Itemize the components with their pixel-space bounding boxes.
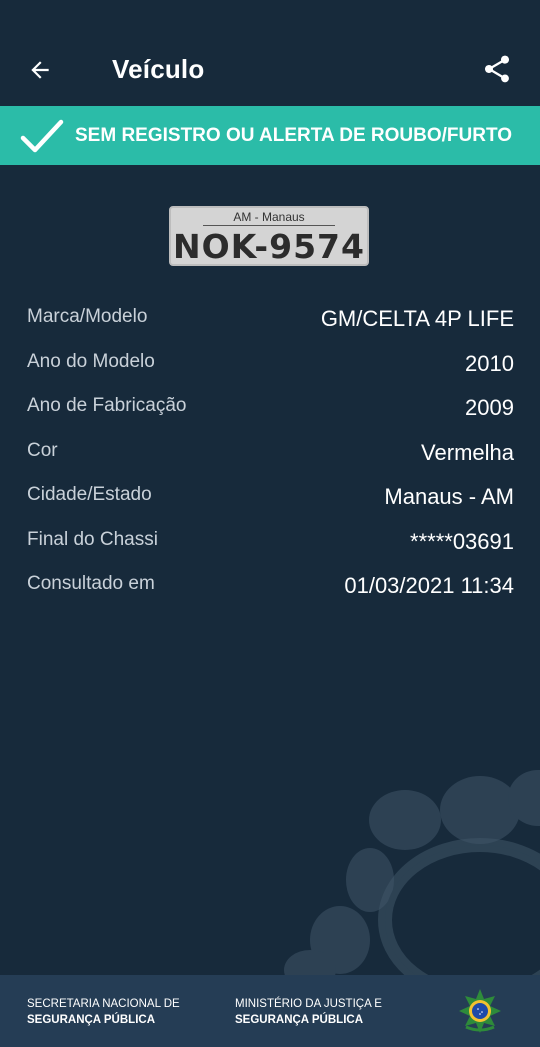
detail-row-cor: Cor Vermelha	[0, 430, 540, 475]
status-banner: SEM REGISTRO OU ALERTA DE ROUBO/FURTO	[0, 106, 540, 165]
detail-row-ano-modelo: Ano do Modelo 2010	[0, 341, 540, 386]
detail-value: *****03691	[410, 528, 514, 554]
footer-left-line1: SECRETARIA NACIONAL DE	[27, 998, 180, 1010]
plate-region: AM - Manaus	[233, 210, 305, 224]
footer-right-line2: SEGURANÇA PÚBLICA	[235, 1014, 363, 1026]
footer-right-line1: MINISTÉRIO DA JUSTIÇA E	[235, 998, 382, 1010]
detail-label: Ano do Modelo	[27, 350, 155, 372]
back-button[interactable]	[22, 52, 58, 88]
vehicle-details: Marca/Modelo GM/CELTA 4P LIFE Ano do Mod…	[0, 296, 540, 608]
detail-label: Cor	[27, 439, 58, 461]
detail-label: Consultado em	[27, 573, 155, 594]
detail-label: Marca/Modelo	[27, 306, 148, 327]
background-watermark	[284, 770, 540, 975]
detail-value: Manaus - AM	[384, 484, 514, 509]
detail-row-consultado-em: Consultado em 01/03/2021 11:34	[0, 563, 540, 608]
detail-value: 2010	[465, 350, 514, 376]
app-bar: Veículo	[0, 0, 540, 104]
detail-value: 2009	[465, 395, 514, 420]
detail-label: Ano de Fabricação	[27, 395, 187, 416]
detail-row-cidade-estado: Cidade/Estado Manaus - AM	[0, 474, 540, 519]
footer-left-line2: SEGURANÇA PÚBLICA	[27, 1014, 155, 1026]
footer-senasp: SECRETARIA NACIONAL DE SEGURANÇA PÚBLICA	[27, 996, 180, 1028]
share-button[interactable]	[478, 50, 516, 88]
plate-number: NOK-9574	[173, 227, 365, 266]
page-title: Veículo	[112, 54, 205, 84]
status-text: SEM REGISTRO OU ALERTA DE ROUBO/FURTO	[75, 125, 513, 146]
detail-row-ano-fabricacao: Ano de Fabricação 2009	[0, 385, 540, 430]
share-icon	[485, 55, 509, 83]
detail-row-final-chassi: Final do Chassi *****03691	[0, 519, 540, 564]
arrow-left-icon	[31, 61, 49, 79]
detail-row-marca-modelo: Marca/Modelo GM/CELTA 4P LIFE	[0, 296, 540, 341]
detail-value: Vermelha	[421, 439, 514, 465]
footer: SECRETARIA NACIONAL DE SEGURANÇA PÚBLICA…	[0, 975, 540, 1047]
detail-value: 01/03/2021 11:34	[344, 573, 514, 598]
check-icon	[20, 119, 64, 153]
detail-value: GM/CELTA 4P LIFE	[320, 306, 514, 331]
footer-mjsp: MINISTÉRIO DA JUSTIÇA E SEGURANÇA PÚBLIC…	[235, 996, 382, 1028]
brazil-coat-of-arms-icon	[459, 989, 501, 1033]
detail-label: Cidade/Estado	[27, 484, 152, 505]
plate-divider	[203, 225, 335, 226]
detail-label: Final do Chassi	[27, 528, 158, 550]
license-plate: AM - Manaus NOK-9574	[169, 206, 369, 266]
